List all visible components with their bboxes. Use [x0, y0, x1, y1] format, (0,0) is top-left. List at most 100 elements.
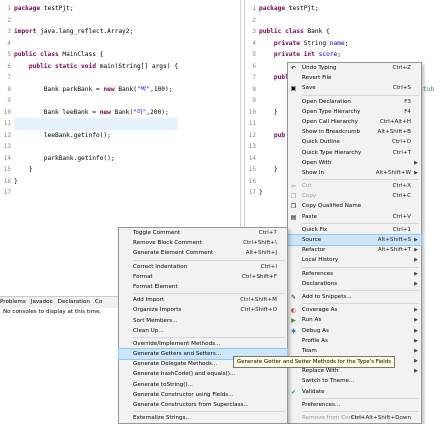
code-line[interactable]: private int score; [259, 49, 434, 61]
source-menu-item-add-import[interactable]: Add Import Ctrl+Shift+M [119, 295, 287, 305]
submenu-arrow-icon: ▶ [414, 237, 418, 243]
menu-separator [302, 289, 419, 291]
context-menu-item-open-call-hierarchy[interactable]: Open Call Hierarchy Ctrl+Alt+H [288, 117, 421, 127]
context-menu-item-open-type-hierarchy[interactable]: Open Type Hierarchy F4 [288, 107, 421, 117]
code-line[interactable]: private String name; [259, 38, 434, 50]
context-menu-item-run-as[interactable]: ▶ Run As ▶ [288, 315, 421, 325]
context-menu-item-preferences[interactable]: Preferences... [288, 400, 421, 410]
submenu-arrow-icon: ▶ [414, 169, 418, 176]
source-menu-item-generate-element-comment[interactable]: Generate Element Comment Alt+Shift+J [119, 248, 287, 258]
source-menu-item-remove-block-comment[interactable]: Remove Block Comment Ctrl+Shift+\ [119, 238, 287, 248]
code-line[interactable] [14, 15, 178, 27]
code-line[interactable]: } [14, 176, 178, 188]
code-line[interactable]: public class Bank { [259, 26, 434, 38]
source-menu-item-toggle-comment[interactable]: Toggle Comment Ctrl+7 [119, 228, 287, 238]
context-menu-item-profile-as[interactable]: Profile As ▶ [288, 336, 421, 346]
code-line[interactable]: Bank parkBank = new Bank("박",100); [14, 84, 178, 96]
code-line[interactable]: package testPjt; [259, 3, 434, 15]
context-menu-item-validate[interactable]: ✔ Validate [288, 387, 421, 397]
tab-javadoc[interactable]: Javadoc [31, 299, 53, 305]
tab-problems[interactable]: Problems [0, 299, 26, 305]
code-line[interactable]: package testPjt; [14, 3, 178, 15]
context-menu-item-coverage-as[interactable]: ◐ Coverage As ▶ [288, 305, 421, 315]
code-line[interactable] [14, 38, 178, 50]
line-number: 5 [7, 51, 11, 58]
menu-separator [302, 222, 419, 224]
source-menu-item-clean-up[interactable]: Clean Up... [119, 326, 287, 336]
code-area[interactable]: package testPjt; import java.lang_reflec… [14, 3, 178, 199]
source-menu-item-generate-hashcode-and-equals[interactable]: Generate hashCode() and equals()... [119, 369, 287, 379]
code-line[interactable]: parkBank.getinfo(); [14, 153, 178, 165]
submenu-arrow-icon: ▶ [414, 159, 418, 166]
context-menu-item-references[interactable]: References ▶ [288, 269, 421, 279]
menu-separator [133, 259, 285, 261]
code-line[interactable] [259, 15, 434, 27]
code-line[interactable]: public class MainClass { [14, 49, 178, 61]
source-menu-item-correct-indentation[interactable]: Correct Indentation Ctrl+I [119, 262, 287, 272]
line-number: 9 [7, 97, 11, 104]
code-line[interactable]: public static void main(String[] args) { [14, 61, 178, 73]
code-line[interactable]: } [14, 164, 178, 176]
code-line[interactable] [14, 141, 178, 153]
source-menu-item-externalize-strings[interactable]: Externalize Strings... [119, 413, 287, 423]
context-menu-item-open-with[interactable]: Open With ▶ [288, 158, 421, 168]
menu-item-label: Replace With [302, 368, 339, 375]
source-menu-item-override-implement-methods[interactable]: Override/Implement Methods... [119, 339, 287, 349]
code-line[interactable]: Bank leeBank = new Bank("이",200); [14, 107, 178, 119]
context-menu-item-save[interactable]: ▣ Save Ctrl+S [288, 83, 421, 93]
menu-item-label: Open Type Hierarchy [302, 108, 361, 115]
line-number: 5 [252, 51, 256, 58]
tab-declaration[interactable]: Declaration [58, 299, 90, 305]
context-menu-item-cut[interactable]: ✂ Cut Ctrl+X [288, 181, 421, 191]
tab-co[interactable]: Co [95, 299, 102, 305]
shortcut-label: Ctrl+T [392, 149, 411, 156]
source-menu-item-organize-imports[interactable]: Organize Imports Ctrl+Shift+O [119, 305, 287, 315]
line-number: 2 [7, 16, 11, 24]
code-line[interactable] [14, 72, 178, 84]
submenu-arrow-icon: ▶ [414, 347, 418, 354]
context-menu-item-copy-qualified-name[interactable]: ❐ Copy Qualified Name [288, 201, 421, 211]
context-menu-item-debug-as[interactable]: ✱ Debug As ▶ [288, 326, 421, 336]
context-menu-item-copy[interactable]: ❐ Copy Ctrl+C [288, 191, 421, 201]
code-line[interactable]: leeBank.getinfo(); [14, 130, 178, 142]
context-menu-item-quick-fix[interactable]: Quick Fix Ctrl+1 [288, 225, 421, 235]
code-line[interactable] [14, 118, 178, 130]
context-menu-item-open-declaration[interactable]: Open Declaration F3 [288, 97, 421, 107]
context-menu-item-quick-outline[interactable]: Quick Outline Ctrl+O [288, 137, 421, 147]
submenu-arrow-icon: ▶ [414, 337, 418, 344]
context-menu-item-revert-file[interactable]: Revert File [288, 73, 421, 83]
context-menu-item-refactor[interactable]: Refactor Alt+Shift+T ▶ [288, 245, 421, 255]
context-menu-item-add-to-snippets[interactable]: ✎ Add to Snippets... [288, 292, 421, 302]
context-menu-item-show-in[interactable]: Show In Alt+Shift+W ▶ [288, 168, 421, 178]
code-line[interactable] [14, 187, 178, 199]
context-menu-item-show-in-breadcrumb[interactable]: Show in Breadcrumb Alt+Shift+B [288, 127, 421, 137]
shortcut-label: Alt+Shift+W [375, 169, 411, 176]
menu-item-label: Quick Fix [302, 226, 328, 233]
menu-item-label: Correct Indentation [133, 263, 188, 270]
source-menu-item-sort-members[interactable]: Sort Members... [119, 316, 287, 326]
context-menu-item-local-history[interactable]: Local History ▶ [288, 255, 421, 265]
source-menu-item-format-element[interactable]: Format Element [119, 282, 287, 292]
menu-item-label: Show in Breadcrumb [302, 129, 361, 136]
menu-item-label: Clean Up... [133, 327, 164, 334]
context-menu-item-switch-to-theme[interactable]: Switch to Theme... [288, 376, 421, 386]
line-number: 12 [3, 131, 11, 139]
context-menu-item-source[interactable]: Source Alt+Shift+S ▶ [287, 233, 422, 247]
context-menu-item-undo-typing[interactable]: ↶ Undo Typing Ctrl+Z [288, 63, 421, 73]
context-menu-item-team[interactable]: Team ▶ [288, 346, 421, 356]
source-menu-item-format[interactable]: Format Ctrl+Shift+F [119, 272, 287, 282]
source-menu-item-generate-constructor-using-fields[interactable]: Generate Constructor using Fields... [119, 390, 287, 400]
menu-item-label: Paste [302, 213, 318, 220]
code-line[interactable]: import java.lang_reflect.Array2; [14, 26, 178, 38]
menu-item-label: Sort Members... [133, 317, 178, 324]
context-menu-item-remove-from-context[interactable]: Remove from Context Ctrl+Alt+Shift+Down [288, 413, 421, 423]
source-menu-item-generate-tostring[interactable]: Generate toString()... [119, 380, 287, 390]
context-menu-item-quick-type-hierarchy[interactable]: Quick Type Hierarchy Ctrl+T [288, 148, 421, 158]
menu-item-label: Run As [302, 317, 322, 324]
menu-item-label: Preferences... [302, 401, 341, 408]
context-menu-item-declarations[interactable]: Declarations ▶ [288, 279, 421, 289]
code-line[interactable] [14, 95, 178, 107]
coverage-icon: ◐ [290, 307, 297, 315]
context-menu-item-paste[interactable]: ▤ Paste Ctrl+V [288, 212, 421, 222]
submenu-arrow-icon: ▶ [414, 327, 418, 334]
